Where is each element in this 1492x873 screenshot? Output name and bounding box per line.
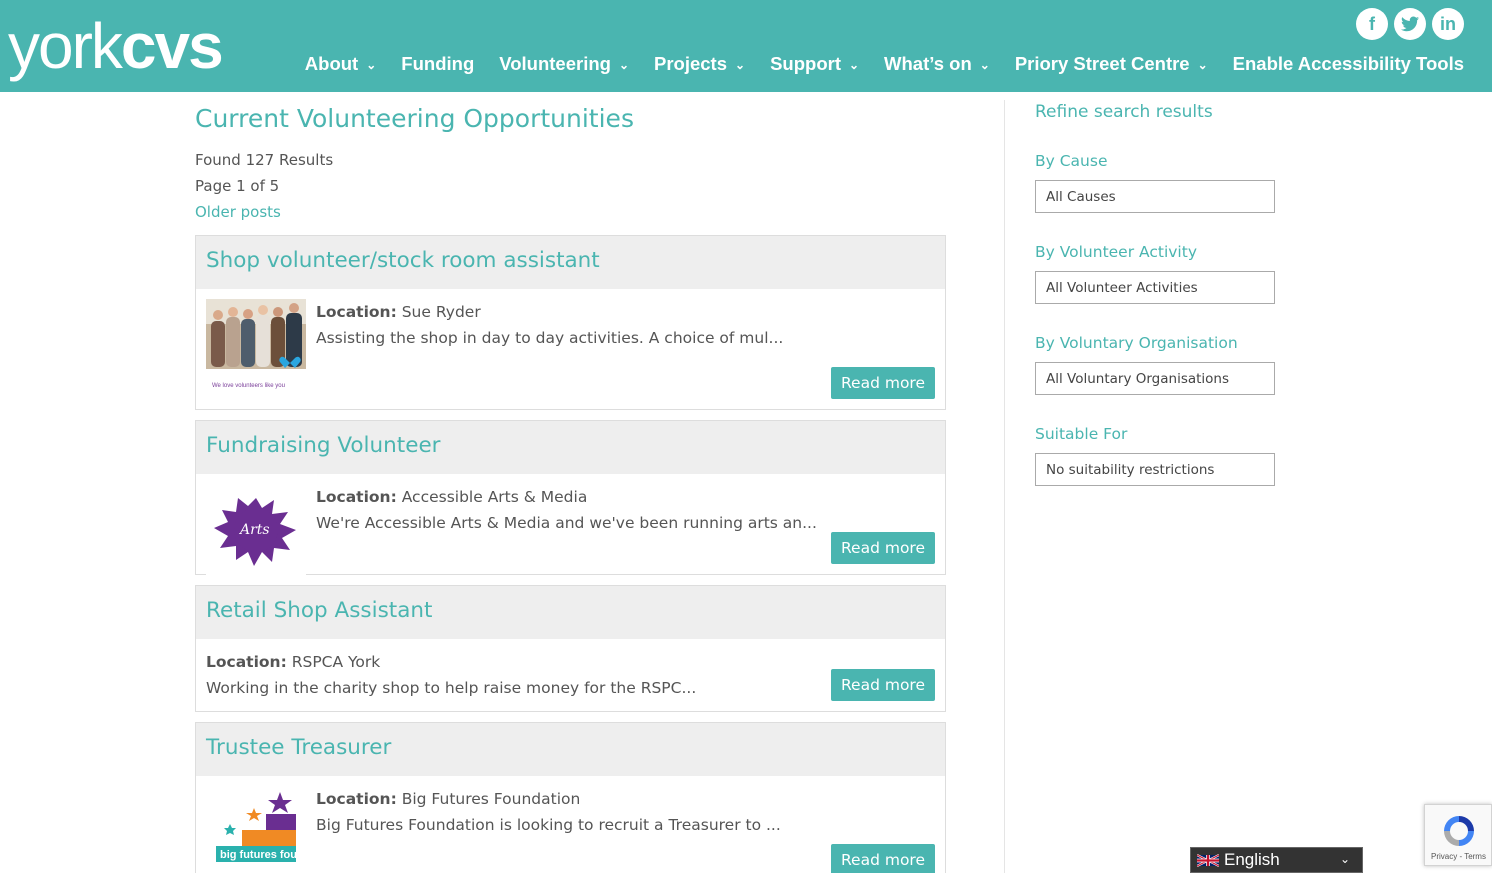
page-indicator: Page 1 of 5 (195, 177, 280, 195)
nav-label: Support (770, 53, 841, 74)
page-title: Current Volunteering Opportunities (195, 104, 634, 133)
location-label: Location: (206, 653, 287, 671)
listing-header: Fundraising Volunteer (196, 421, 945, 474)
suitable-select[interactable]: No suitability restrictions (1035, 453, 1275, 486)
sidebar-title: Refine search results (1035, 102, 1213, 122)
listing-header: Trustee Treasurer (196, 723, 945, 776)
nav-label: Volunteering (499, 53, 611, 74)
sue-ryder-volunteers-photo: We love volunteers like you (206, 299, 306, 391)
sidebar-divider (1004, 100, 1005, 873)
big-futures-logo: big futures foundation (206, 786, 306, 873)
recaptcha-badge[interactable]: Privacy - Terms (1424, 804, 1492, 866)
nav-about[interactable]: About ⌄ (305, 53, 377, 75)
thumb-caption: We love volunteers like you (212, 383, 285, 389)
listing-header: Shop volunteer/stock room assistant (196, 236, 945, 289)
nav-label: Priory Street Centre (1014, 53, 1190, 74)
listing-body: Arts Location: Accessible Arts & Media W… (196, 474, 945, 576)
results-meta: Found 127 Results Page 1 of 5 (195, 147, 946, 199)
chevron-down-icon: ⌄ (618, 58, 629, 72)
nav-whats-on[interactable]: What’s on ⌄ (884, 53, 990, 75)
listing-body: We love volunteers like you Location: Su… (196, 289, 945, 409)
logo-text-light: york (8, 10, 123, 82)
listing-card: Retail Shop Assistant Location: RSPCA Yo… (195, 585, 946, 712)
social-links: f in (1356, 8, 1464, 40)
organisation-select[interactable]: All Voluntary Organisations (1035, 362, 1275, 395)
listing-text: Location: Accessible Arts & Media We're … (316, 484, 935, 536)
listing-body: Location: RSPCA York Working in the char… (196, 639, 945, 711)
read-more-button[interactable]: Read more (830, 367, 935, 399)
filter-label-cause: By Cause (1035, 152, 1108, 170)
nav-projects[interactable]: Projects ⌄ (654, 53, 745, 75)
listing-title[interactable]: Fundraising Volunteer (206, 433, 935, 458)
listing-card: Fundraising Volunteer Arts Location: Acc… (195, 420, 946, 576)
listing-title[interactable]: Trustee Treasurer (206, 735, 935, 760)
listing-text: Location: Sue Ryder Assisting the shop i… (316, 299, 935, 351)
location-label: Location: (316, 790, 397, 808)
read-more-button[interactable]: Read more (830, 669, 935, 701)
nav-label: What’s on (884, 53, 972, 74)
refine-sidebar: Refine search results By Cause All Cause… (1035, 100, 1275, 486)
nav-label: About (304, 53, 359, 74)
nav-funding[interactable]: Funding (401, 53, 474, 75)
recaptcha-text[interactable]: Privacy - Terms (1431, 852, 1486, 861)
nav-label: Funding (401, 53, 475, 74)
results-count: Found 127 Results (195, 151, 334, 169)
site-header: yorkcvs f in About ⌄ Funding Volunteering… (0, 0, 1492, 92)
listing-location: RSPCA York (291, 653, 381, 671)
listing-text: Location: RSPCA York Working in the char… (206, 649, 935, 701)
listing-summary: Working in the charity shop to help rais… (206, 679, 697, 697)
location-label: Location: (316, 303, 397, 321)
uk-flag-icon (1197, 853, 1219, 867)
chevron-down-icon: ⌄ (848, 58, 860, 72)
filter-label-activity: By Volunteer Activity (1035, 243, 1197, 261)
logo-text-bold: cvs (120, 10, 224, 82)
chevron-down-icon: ⌄ (735, 58, 746, 72)
filter-label-organisation: By Voluntary Organisation (1035, 334, 1238, 352)
yorkcvs-logo[interactable]: yorkcvs (8, 6, 224, 86)
cause-select[interactable]: All Causes (1035, 180, 1275, 213)
chevron-down-icon: ⌄ (1339, 852, 1350, 866)
listing-card: Shop volunteer/stock room assistant We l… (195, 235, 946, 410)
filter-label-suitable: Suitable For (1035, 425, 1128, 443)
chevron-down-icon: ⌄ (979, 58, 990, 72)
nav-support[interactable]: Support ⌄ (770, 53, 859, 75)
accessible-arts-logo: Arts (206, 484, 306, 576)
thumb-caption: big futures foundation (220, 849, 306, 861)
main-content: Current Volunteering Opportunities Found… (195, 100, 946, 873)
listing-location: Big Futures Foundation (401, 790, 581, 808)
chevron-down-icon: ⌄ (366, 58, 377, 72)
twitter-icon[interactable] (1394, 8, 1426, 40)
older-posts-link[interactable]: Older posts (195, 199, 946, 225)
recaptcha-icon (1444, 816, 1474, 846)
nav-label: Enable Accessibility Tools (1232, 53, 1464, 74)
language-selector[interactable]: English ⌄ (1190, 847, 1363, 873)
listing-header: Retail Shop Assistant (196, 586, 945, 639)
linkedin-icon[interactable]: in (1432, 8, 1464, 40)
facebook-icon[interactable]: f (1356, 8, 1388, 40)
chevron-down-icon: ⌄ (1197, 58, 1208, 72)
listing-summary: Assisting the shop in day to day activit… (316, 329, 784, 347)
listing-body: big futures foundation Location: Big Fut… (196, 776, 945, 873)
listing-card: Trustee Treasurer big futures foundation… (195, 722, 946, 873)
listing-text: Location: Big Futures Foundation Big Fut… (316, 786, 935, 838)
listing-title[interactable]: Shop volunteer/stock room assistant (206, 248, 935, 273)
listing-title[interactable]: Retail Shop Assistant (206, 598, 935, 623)
nav-priory-street-centre[interactable]: Priory Street Centre ⌄ (1015, 53, 1208, 75)
listing-summary: Big Futures Foundation is looking to rec… (316, 816, 781, 834)
language-label: English (1224, 850, 1280, 869)
nav-volunteering[interactable]: Volunteering ⌄ (499, 53, 629, 75)
main-navigation: About ⌄ Funding Volunteering ⌄ Projects ⌄ S… (280, 53, 1464, 75)
location-label: Location: (316, 488, 397, 506)
listing-location: Accessible Arts & Media (401, 488, 588, 506)
nav-label: Projects (654, 53, 728, 74)
read-more-button[interactable]: Read more (830, 532, 935, 564)
thumb-caption: Arts (238, 522, 270, 538)
activity-select[interactable]: All Volunteer Activities (1035, 271, 1275, 304)
nav-accessibility-tools[interactable]: Enable Accessibility Tools (1233, 53, 1464, 75)
read-more-button[interactable]: Read more (830, 844, 935, 873)
listing-location: Sue Ryder (401, 303, 481, 321)
